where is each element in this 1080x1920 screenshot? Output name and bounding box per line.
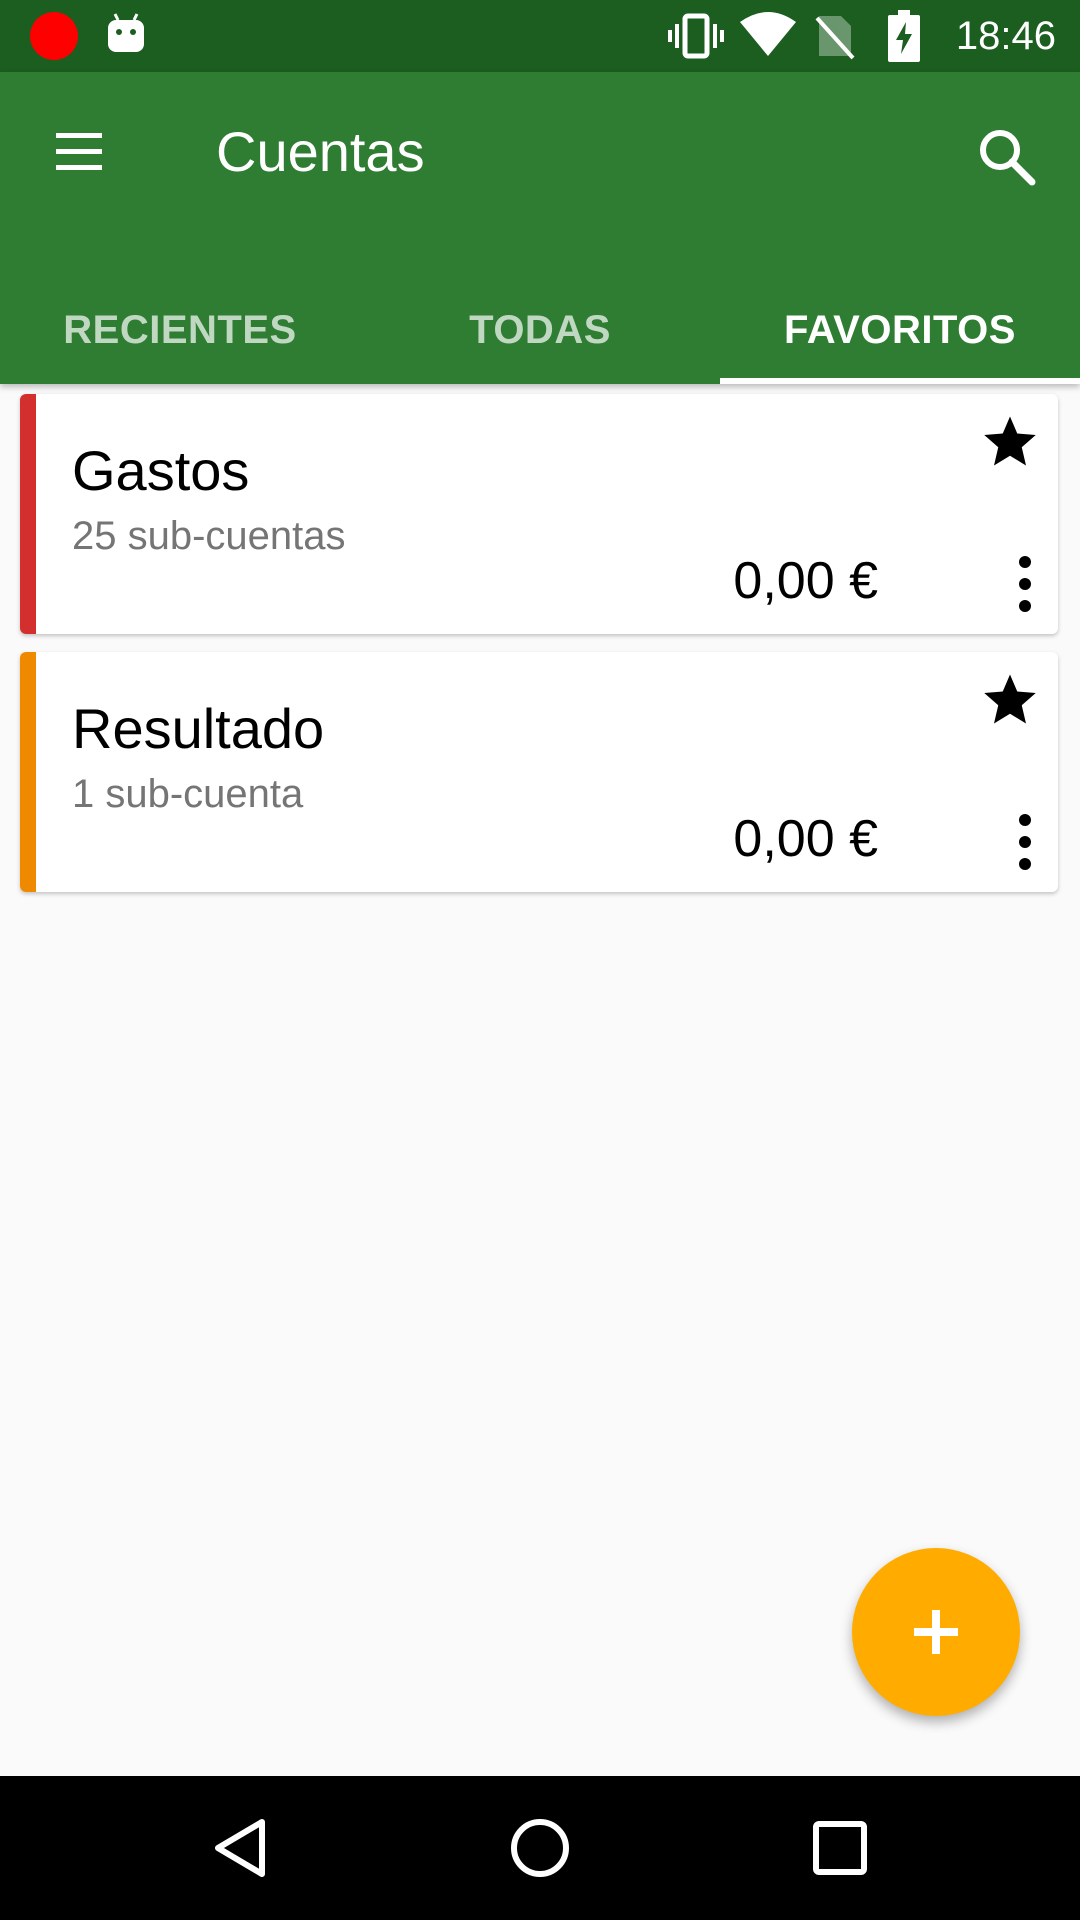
status-bar: 18:46 xyxy=(0,0,1080,72)
star-icon[interactable] xyxy=(980,670,1040,730)
star-icon[interactable] xyxy=(980,412,1040,472)
recording-dot-icon xyxy=(30,12,78,60)
plus-icon xyxy=(914,1610,958,1654)
account-balance: 0,00 € xyxy=(733,552,878,610)
tab-indicator xyxy=(720,378,1080,384)
page-title: Cuentas xyxy=(216,120,425,183)
account-name: Resultado xyxy=(72,697,325,760)
account-color-bar xyxy=(20,394,36,634)
more-options-icon[interactable] xyxy=(1010,810,1040,874)
tab-recientes[interactable]: RECIENTES xyxy=(0,276,360,384)
search-icon[interactable] xyxy=(972,122,1044,194)
navigation-bar xyxy=(0,1776,1080,1920)
recents-icon[interactable] xyxy=(804,1812,876,1884)
more-options-icon[interactable] xyxy=(1010,552,1040,616)
no-sim-icon xyxy=(815,16,855,60)
menu-icon[interactable] xyxy=(46,127,110,175)
back-icon[interactable] xyxy=(204,1812,276,1884)
app-bar: Cuentas RECIENTES TODAS FAVORITOS xyxy=(0,72,1080,384)
vibrate-icon xyxy=(668,13,724,59)
android-icon xyxy=(108,13,144,52)
home-icon[interactable] xyxy=(504,1812,576,1884)
account-subaccounts: 1 sub-cuenta xyxy=(72,772,304,816)
account-subaccounts: 25 sub-cuentas xyxy=(72,514,346,558)
tab-todas[interactable]: TODAS xyxy=(360,276,720,384)
account-balance: 0,00 € xyxy=(733,810,878,868)
add-account-button[interactable] xyxy=(852,1548,1020,1716)
wifi-icon xyxy=(740,12,796,56)
account-card-gastos[interactable]: Gastos 25 sub-cuentas 0,00 € xyxy=(20,394,1058,634)
battery-charging-icon xyxy=(888,10,920,62)
account-card-resultado[interactable]: Resultado 1 sub-cuenta 0,00 € xyxy=(20,652,1058,892)
account-name: Gastos xyxy=(72,439,250,502)
tab-favoritos[interactable]: FAVORITOS xyxy=(720,276,1080,384)
status-time: 18:46 xyxy=(955,14,1056,58)
account-color-bar xyxy=(20,652,36,892)
